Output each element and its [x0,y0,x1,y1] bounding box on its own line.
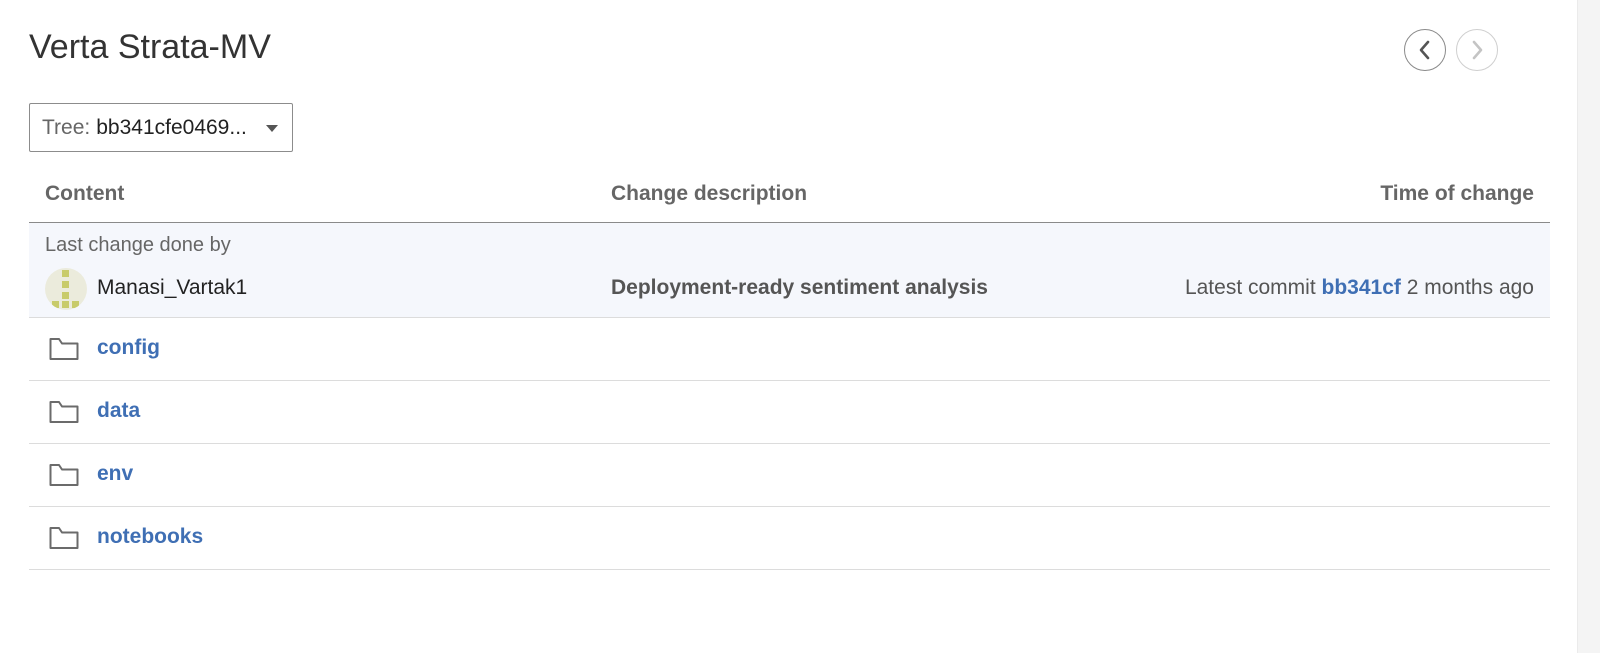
commit-time-prefix: Latest commit [1184,276,1316,299]
folder-icon [49,401,79,423]
repository-table: Content Change description Time of chang… [29,170,1550,570]
folder-name[interactable]: config [97,336,160,360]
previous-commit-button[interactable] [1404,29,1446,71]
table-header: Content Change description Time of chang… [29,170,1550,223]
commit-author: Manasi_Vartak1 [97,276,248,299]
folder-name[interactable]: data [97,399,140,423]
page-title: Verta Strata-MV [29,28,271,66]
caret-down-icon [266,125,278,132]
repository-page: Verta Strata-MV Tree: bb341cfe0469... Co… [0,0,1600,653]
column-header-description: Change description [611,182,808,205]
tree-selector-value: bb341cfe0469... [96,115,247,139]
main-content: Verta Strata-MV Tree: bb341cfe0469... Co… [0,0,1578,653]
tree-selector-label: Tree: [42,115,91,139]
list-item-notebooks[interactable]: notebooks [29,507,1550,570]
column-header-content: Content [45,182,125,205]
folder-name[interactable]: env [97,462,133,486]
folder-icon [49,464,79,486]
scrollbar-track[interactable] [1577,0,1600,653]
last-change-caption: Last change done by [45,234,231,256]
avatar [45,268,87,310]
folder-icon [49,338,79,360]
folder-name[interactable]: notebooks [97,525,203,549]
column-header-time: Time of change [1380,182,1534,205]
commit-hash-link[interactable]: bb341cf [1322,276,1401,299]
chevron-left-icon [1419,40,1430,60]
list-item-data[interactable]: data [29,381,1550,444]
folder-icon [49,527,79,549]
last-commit-row: Last change done by Manasi_Vartak1 Deplo… [29,223,1550,318]
list-item-env[interactable]: env [29,444,1550,507]
chevron-right-icon [1472,40,1483,60]
next-commit-button[interactable] [1456,29,1498,71]
tree-selector[interactable]: Tree: bb341cfe0469... [29,103,293,152]
commit-time-info: Latest commit bb341cf 2 months ago [1185,276,1534,300]
commit-message: Deployment-ready sentiment analysis [611,276,988,299]
commit-relative-time: 2 months ago [1406,276,1534,299]
list-item-config[interactable]: config [29,318,1550,381]
commit-navigation [1404,29,1498,71]
